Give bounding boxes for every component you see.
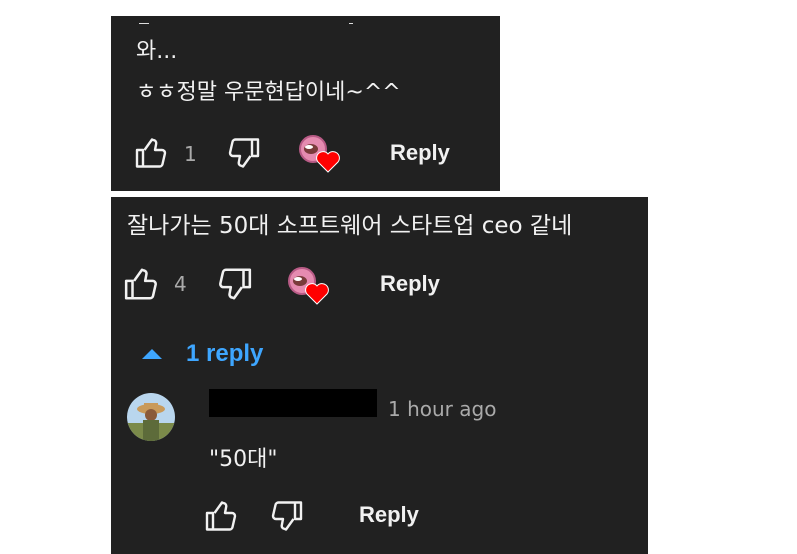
thumbs-up-icon[interactable]	[204, 498, 240, 534]
thumbs-up-icon[interactable]	[123, 265, 161, 303]
creator-heart-icon	[299, 135, 340, 173]
replies-toggle[interactable]: 1 reply	[140, 337, 263, 371]
reply-timestamp: 1 hour ago	[388, 397, 497, 421]
thumbs-down-icon[interactable]	[215, 265, 253, 303]
redacted-author-name	[209, 389, 377, 417]
cropped-text-fragment	[139, 16, 359, 24]
thumbs-down-icon[interactable]	[225, 135, 261, 171]
like-count: 1	[184, 142, 197, 166]
comment-text-line-1: 와...	[136, 39, 178, 64]
replies-toggle-label: 1 reply	[186, 340, 264, 367]
reply-text: "50대"	[209, 447, 278, 472]
comment-text: 잘나가는 50대 소프트웨어 스타트업 ceo 같네	[127, 213, 573, 239]
thumbs-up-icon[interactable]	[134, 135, 170, 171]
comment-text-line-2: ㅎㅎ정말 우문현답이네~^^	[136, 80, 401, 105]
reply-button[interactable]: Reply	[380, 271, 440, 297]
avatar[interactable]	[127, 393, 175, 441]
comment-card-top: 와... ㅎㅎ정말 우문현답이네~^^ 1 Reply	[111, 16, 500, 191]
reply-button[interactable]: Reply	[390, 140, 450, 166]
like-count: 4	[174, 272, 187, 296]
caret-up-icon	[142, 349, 162, 359]
creator-heart-icon	[288, 267, 329, 305]
thumbs-down-icon[interactable]	[268, 498, 304, 534]
reply-button[interactable]: Reply	[359, 502, 419, 528]
comment-card-main: 잘나가는 50대 소프트웨어 스타트업 ceo 같네 4 Reply 1 rep…	[111, 197, 648, 554]
